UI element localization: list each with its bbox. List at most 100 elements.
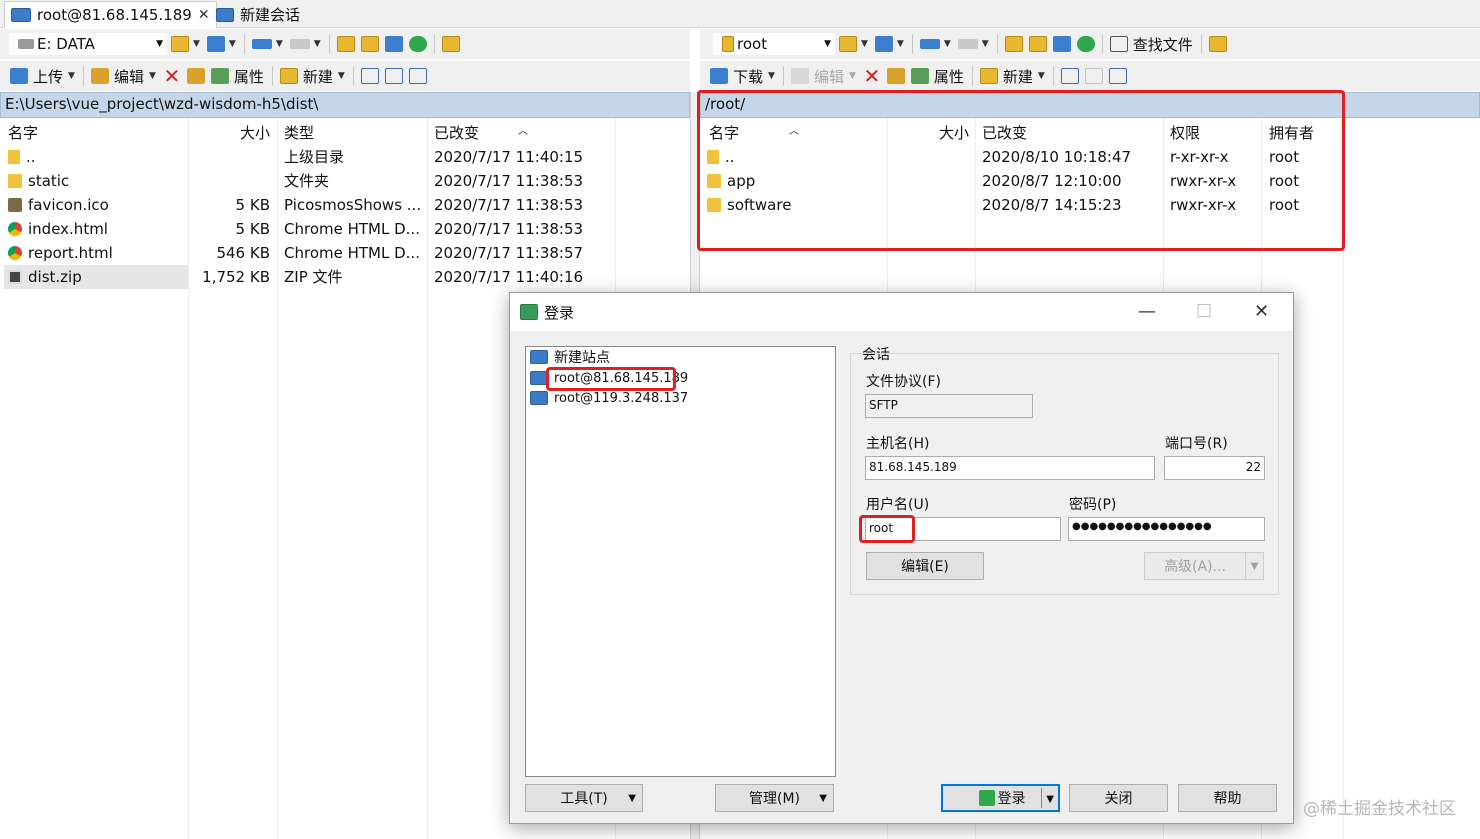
- table-row[interactable]: .. 上级目录 2020/7/17 11:40:15: [0, 145, 690, 169]
- edit-button[interactable]: 编辑: [814, 66, 844, 87]
- edit-icon[interactable]: [790, 68, 809, 84]
- properties-icon[interactable]: [910, 68, 929, 84]
- back-icon[interactable]: [919, 39, 940, 49]
- folder-icon: [8, 174, 22, 188]
- open-folder-icon[interactable]: [171, 36, 189, 52]
- new-folder-icon[interactable]: [979, 68, 998, 84]
- open-folder-icon[interactable]: [839, 36, 857, 52]
- parent-dir-icon[interactable]: [1004, 36, 1023, 52]
- delete-icon[interactable]: ✕: [163, 64, 181, 88]
- left-nav-toolbar: E: DATA ▼ ▼ ▼ ▼ ▼: [0, 29, 690, 59]
- filter-icon[interactable]: [874, 36, 893, 52]
- close-button[interactable]: 关闭: [1069, 784, 1168, 812]
- edit-icon[interactable]: [90, 68, 109, 84]
- maximize-icon[interactable]: ☐: [1196, 301, 1212, 322]
- site-item-new[interactable]: 新建站点: [530, 347, 610, 367]
- session-tab-bar: root@81.68.145.189 ✕ 新建会话: [0, 0, 1480, 28]
- host-input[interactable]: 81.68.145.189: [865, 456, 1155, 480]
- local-path-bar[interactable]: E:\Users\vue_project\wzd-wisdom-h5\dist\: [0, 92, 690, 118]
- table-row[interactable]: index.html 5 KB Chrome HTML D... 2020/7/…: [0, 217, 690, 241]
- select-filter-icon[interactable]: [408, 68, 427, 84]
- password-label: 密码(P): [1069, 497, 1117, 513]
- column-modified[interactable]: 已改变: [430, 118, 483, 144]
- drive-selector[interactable]: E: DATA ▼: [8, 32, 168, 56]
- forward-icon[interactable]: [289, 39, 310, 49]
- close-icon[interactable]: ✕: [1254, 301, 1269, 322]
- host-label: 主机名(H): [866, 436, 930, 452]
- image-file-icon: [8, 198, 22, 212]
- help-button[interactable]: 帮助: [1178, 784, 1277, 812]
- column-size[interactable]: 大小: [190, 118, 274, 144]
- filter-icon[interactable]: [206, 36, 225, 52]
- tools-button[interactable]: 工具(T) ▼: [525, 784, 643, 812]
- computer-icon: [11, 8, 31, 22]
- tab-session-root[interactable]: root@81.68.145.189 ✕: [4, 1, 217, 28]
- file-size: [190, 145, 270, 169]
- advanced-button[interactable]: 高级(A)...: [1144, 552, 1246, 580]
- file-name: dist.zip: [28, 268, 82, 286]
- login-button[interactable]: 登录 ▼: [941, 784, 1060, 812]
- expand-icon[interactable]: [360, 68, 379, 84]
- table-row[interactable]: favicon.ico 5 KB PicosmosShows ... 2020/…: [0, 193, 690, 217]
- rename-icon[interactable]: [186, 68, 205, 84]
- table-row[interactable]: report.html 546 KB Chrome HTML D... 2020…: [0, 241, 690, 265]
- find-files-button[interactable]: 查找文件: [1133, 34, 1193, 55]
- find-files-icon[interactable]: [1109, 36, 1128, 52]
- protocol-select[interactable]: SFTP: [865, 394, 1033, 418]
- upload-button[interactable]: 上传: [33, 66, 63, 87]
- home-icon[interactable]: [1052, 36, 1071, 52]
- manage-button[interactable]: 管理(M) ▼: [715, 784, 834, 812]
- column-type[interactable]: 类型: [280, 118, 318, 144]
- file-name: favicon.ico: [28, 196, 109, 214]
- refresh-icon[interactable]: [1076, 36, 1095, 52]
- edit-button[interactable]: 编辑(E): [866, 552, 984, 580]
- refresh-icon[interactable]: [408, 36, 427, 52]
- site-item-root-119[interactable]: root@119.3.248.137: [530, 388, 688, 408]
- tree-icon[interactable]: [441, 36, 460, 52]
- chrome-icon: [8, 246, 22, 260]
- new-folder-icon[interactable]: [279, 68, 298, 84]
- remote-dir-label: root: [737, 35, 768, 53]
- login-label: 登录: [997, 791, 1026, 807]
- new-button[interactable]: 新建: [1003, 66, 1033, 87]
- new-button[interactable]: 新建: [303, 66, 333, 87]
- zip-file-icon: [8, 270, 22, 284]
- parent-dir-icon[interactable]: [336, 36, 355, 52]
- download-icon[interactable]: [710, 68, 728, 84]
- password-input[interactable]: ●●●●●●●●●●●●●●●●: [1068, 517, 1265, 541]
- properties-button[interactable]: 属性: [934, 66, 964, 87]
- home-icon[interactable]: [384, 36, 403, 52]
- table-row[interactable]: dist.zip 1,752 KB ZIP 文件 2020/7/17 11:40…: [0, 265, 690, 289]
- root-dir-icon[interactable]: [360, 36, 379, 52]
- download-button[interactable]: 下载: [733, 66, 763, 87]
- port-input[interactable]: 22: [1164, 456, 1265, 480]
- column-name[interactable]: 名字: [4, 118, 42, 144]
- properties-button[interactable]: 属性: [234, 66, 264, 87]
- select-filter-icon[interactable]: [1108, 68, 1127, 84]
- delete-icon[interactable]: ✕: [863, 64, 881, 88]
- root-dir-icon[interactable]: [1028, 36, 1047, 52]
- minimize-icon[interactable]: —: [1138, 301, 1156, 322]
- site-label: 新建站点: [554, 350, 610, 366]
- forward-icon[interactable]: [957, 39, 978, 49]
- new-site-icon: [530, 350, 548, 364]
- remote-dir-selector[interactable]: root ▼: [712, 32, 836, 56]
- table-row[interactable]: static 文件夹 2020/7/17 11:38:53: [0, 169, 690, 193]
- advanced-dropdown-button[interactable]: ▼: [1245, 552, 1264, 580]
- file-size: 5 KB: [235, 220, 270, 238]
- upload-icon[interactable]: [10, 68, 28, 84]
- tab-new-session[interactable]: 新建会话: [210, 1, 306, 28]
- collapse-icon[interactable]: [1084, 68, 1103, 84]
- back-icon[interactable]: [251, 39, 272, 49]
- rename-icon[interactable]: [886, 68, 905, 84]
- edit-button[interactable]: 编辑: [114, 66, 144, 87]
- close-tab-icon[interactable]: ✕: [198, 7, 210, 23]
- tree-icon[interactable]: [1208, 36, 1227, 52]
- expand-icon[interactable]: [1060, 68, 1079, 84]
- collapse-icon[interactable]: [384, 68, 403, 84]
- drive-label: E: DATA: [37, 35, 95, 53]
- site-tree[interactable]: 新建站点 root@81.68.145.189 root@119.3.248.1…: [525, 346, 836, 777]
- file-modified: 2020/7/17 11:38:57: [434, 244, 584, 262]
- properties-icon[interactable]: [210, 68, 229, 84]
- parent-folder-icon: [8, 150, 20, 164]
